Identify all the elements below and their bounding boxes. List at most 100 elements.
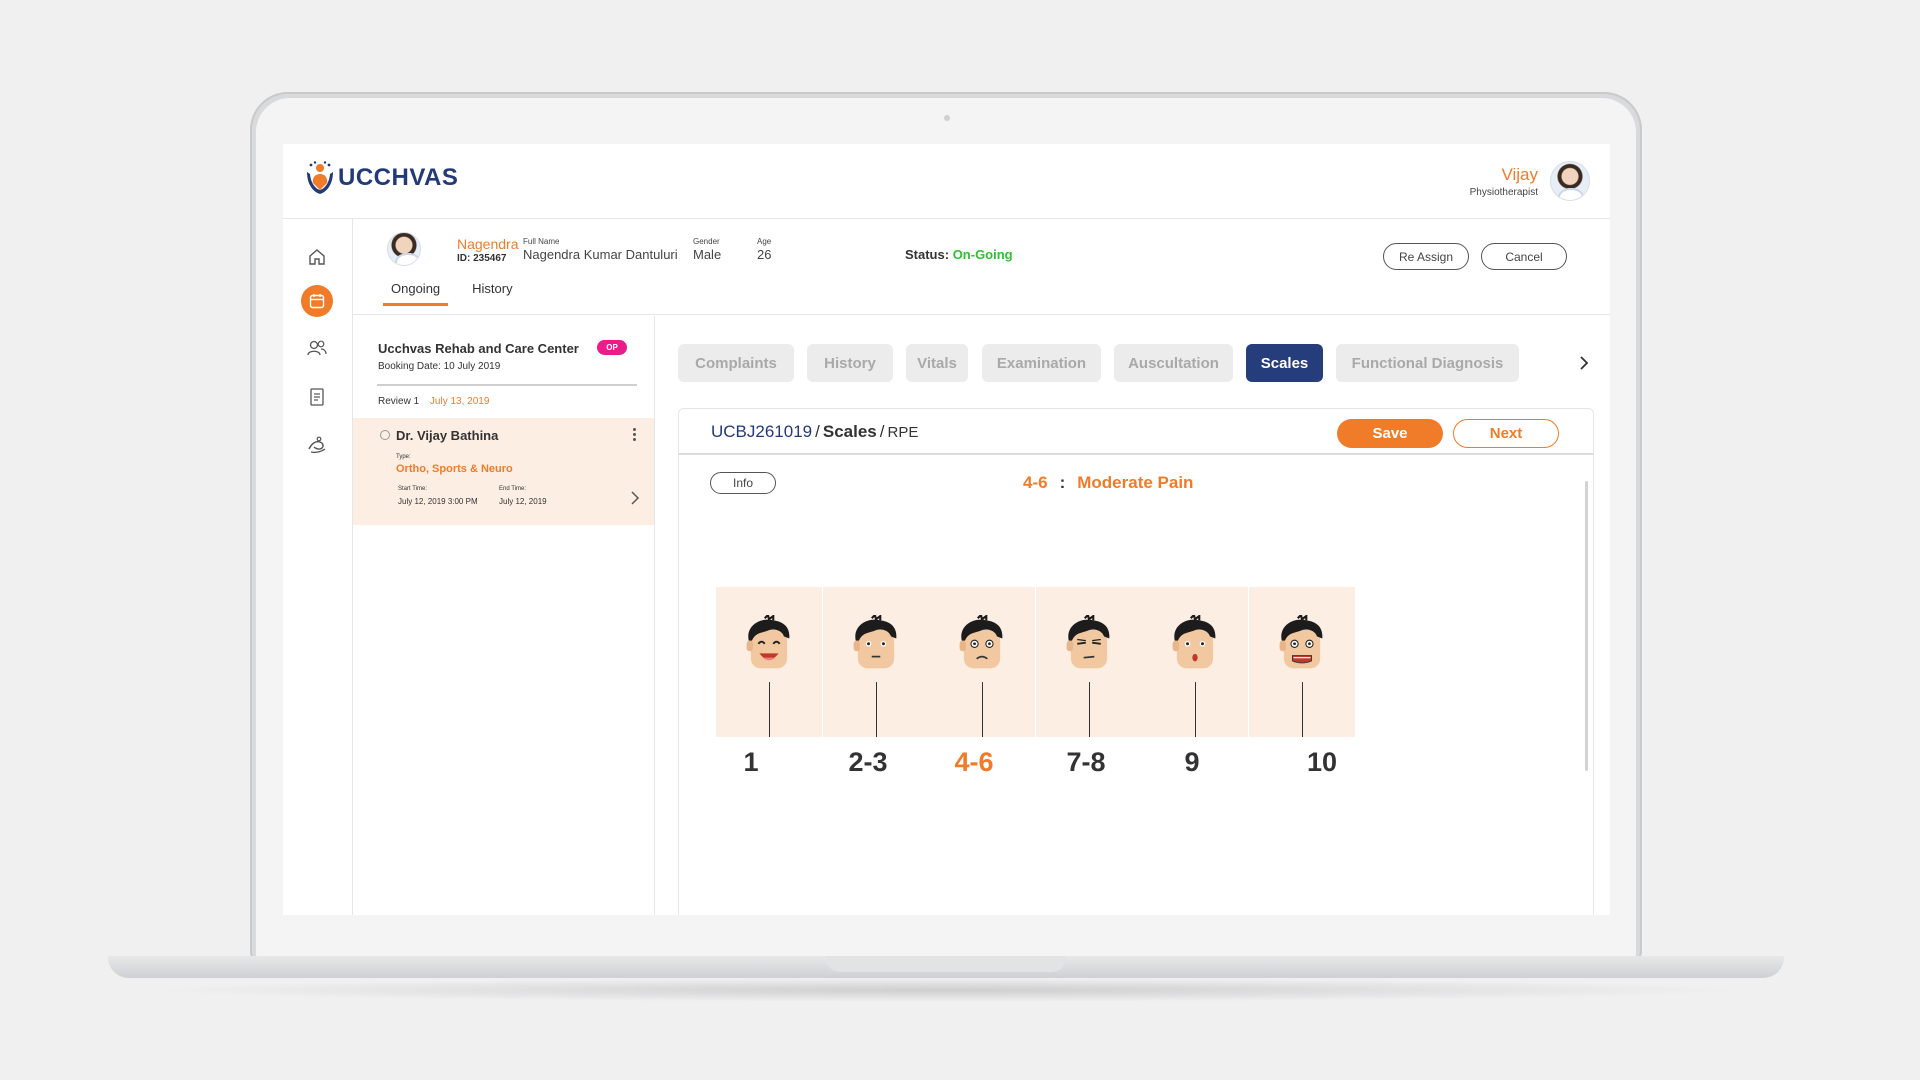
scale-stem [982, 682, 983, 737]
type-value: Ortho, Sports & Neuro [396, 463, 513, 475]
top-bar: UCCHVAS Vijay Physiotherapist [283, 144, 1610, 219]
scale-card: UCBJ261019/Scales / RPE Save Next Info 4-6… [678, 408, 1594, 915]
age-label: Age [757, 237, 772, 246]
review-row[interactable]: Review 1 July 13, 2019 [378, 396, 489, 407]
save-button[interactable]: Save [1337, 419, 1443, 448]
logo-icon [307, 161, 333, 194]
selected-pain-level: 4-6: Moderate Pain [1023, 473, 1194, 492]
scale-option-1[interactable] [716, 587, 822, 737]
selected-range: 4-6 [1023, 473, 1048, 492]
status-badge: On-Going [952, 247, 1013, 262]
start-time-label: Start Time: [398, 486, 428, 492]
gender-label: Gender [693, 237, 720, 246]
more-options-icon[interactable] [633, 428, 637, 443]
breadcrumb-code[interactable]: UCBJ261019 [711, 422, 812, 441]
next-button[interactable]: Next [1453, 419, 1559, 448]
tab-complaints[interactable]: Complaints [678, 344, 794, 382]
scale-stem [1088, 682, 1090, 737]
scale-stem [875, 682, 877, 737]
scale-option-3[interactable] [929, 587, 1035, 737]
app-screen: UCCHVAS Vijay Physiotherapist Nagendra I… [283, 144, 1610, 915]
scale-option-5[interactable] [1142, 587, 1248, 737]
exercise-icon[interactable] [301, 429, 333, 461]
user-info[interactable]: Vijay Physiotherapist [1470, 165, 1538, 198]
type-label: Type: [396, 454, 411, 460]
scale-label[interactable]: 4-6 [924, 747, 1024, 778]
camera-dot [944, 115, 950, 121]
op-badge: OP [597, 340, 627, 355]
tab-scales[interactable]: Scales [1246, 344, 1323, 382]
user-name: Vijay [1501, 165, 1538, 184]
scale-label[interactable]: 9 [1142, 747, 1242, 778]
scale-option-2[interactable] [822, 587, 929, 737]
tab-history-section[interactable]: History [807, 344, 893, 382]
home-icon[interactable] [301, 241, 333, 273]
patient-tabs: Ongoing History [383, 281, 537, 306]
user-avatar[interactable] [1550, 161, 1590, 201]
chevron-right-icon[interactable] [1578, 354, 1590, 372]
booking-date: Booking Date: 10 July 2019 [378, 361, 501, 372]
center-name: Ucchvas Rehab and Care Center [378, 341, 579, 356]
review-label: Review 1 [378, 396, 420, 407]
laptop-shadow [140, 978, 1752, 1002]
brand-name: UCCHVAS [338, 164, 459, 191]
main-area: Complaints History Vitals Examination Au… [656, 316, 1610, 915]
breadcrumb: UCBJ261019/Scales / RPE [711, 422, 919, 441]
visit-list: Ucchvas Rehab and Care Center OP Booking… [353, 316, 655, 915]
scale-label[interactable]: 1 [701, 747, 801, 778]
end-time-value: July 12, 2019 [499, 497, 547, 506]
user-role: Physiotherapist [1469, 187, 1538, 198]
full-name-label: Full Name [523, 237, 560, 246]
divider [377, 384, 637, 386]
face-icon [848, 612, 904, 684]
breadcrumb-scales[interactable]: Scales [823, 422, 877, 441]
face-icon [741, 612, 797, 684]
scale-stem [1195, 682, 1196, 737]
doctor-name: Dr. Vijay Bathina [396, 428, 499, 443]
gender-value: Male [693, 247, 722, 262]
face-icon [1274, 612, 1330, 684]
review-date: July 13, 2019 [429, 396, 490, 407]
radio-icon [380, 430, 390, 440]
tab-examination[interactable]: Examination [982, 344, 1101, 382]
info-button[interactable]: Info [710, 472, 776, 494]
chevron-right-icon[interactable] [630, 490, 640, 506]
end-time-label: End Time: [499, 486, 527, 492]
scale-label[interactable]: 7-8 [1036, 747, 1136, 778]
patient-name: Nagendra [457, 236, 519, 252]
cancel-button[interactable]: Cancel [1481, 243, 1567, 270]
scrollbar[interactable] [1585, 481, 1588, 771]
scale-stem [769, 682, 770, 737]
face-icon [1167, 612, 1223, 684]
card-header: UCBJ261019/Scales / RPE Save Next [679, 409, 1593, 455]
tab-functional-diagnosis[interactable]: Functional Diagnosis [1336, 344, 1519, 382]
scale-label[interactable]: 2-3 [818, 747, 918, 778]
tab-ongoing[interactable]: Ongoing [383, 281, 449, 306]
status-text: Status: On-Going [905, 247, 1013, 262]
scale-stem [1301, 682, 1303, 737]
selected-text: Moderate Pain [1077, 473, 1194, 492]
scale-label[interactable]: 10 [1272, 747, 1372, 778]
pain-scale [716, 587, 1504, 737]
age-value: 26 [757, 247, 772, 262]
side-nav [283, 219, 353, 915]
face-icon [954, 612, 1010, 684]
appointment-card[interactable]: Dr. Vijay Bathina Type: Ortho, Sports & … [353, 418, 654, 525]
tab-auscultation[interactable]: Auscultation [1114, 344, 1233, 382]
face-icon [1061, 612, 1117, 684]
calendar-icon[interactable] [301, 285, 333, 317]
start-time-value: July 12, 2019 3:00 PM [398, 497, 478, 506]
users-icon[interactable] [301, 332, 333, 364]
status-label: Status: [905, 247, 950, 262]
tab-history[interactable]: History [464, 281, 520, 306]
scale-option-6[interactable] [1248, 587, 1355, 737]
reassign-button[interactable]: Re Assign [1383, 243, 1469, 270]
patient-avatar [387, 232, 421, 266]
patient-id: ID: 235467 [457, 253, 507, 264]
patient-header: Nagendra ID: 235467 Full Name Nagendra K… [353, 219, 1610, 315]
logo[interactable]: UCCHVAS [305, 160, 458, 196]
tab-vitals[interactable]: Vitals [906, 344, 968, 382]
laptop-notch [826, 956, 1066, 972]
scale-option-4[interactable] [1035, 587, 1142, 737]
report-icon[interactable] [301, 381, 333, 413]
